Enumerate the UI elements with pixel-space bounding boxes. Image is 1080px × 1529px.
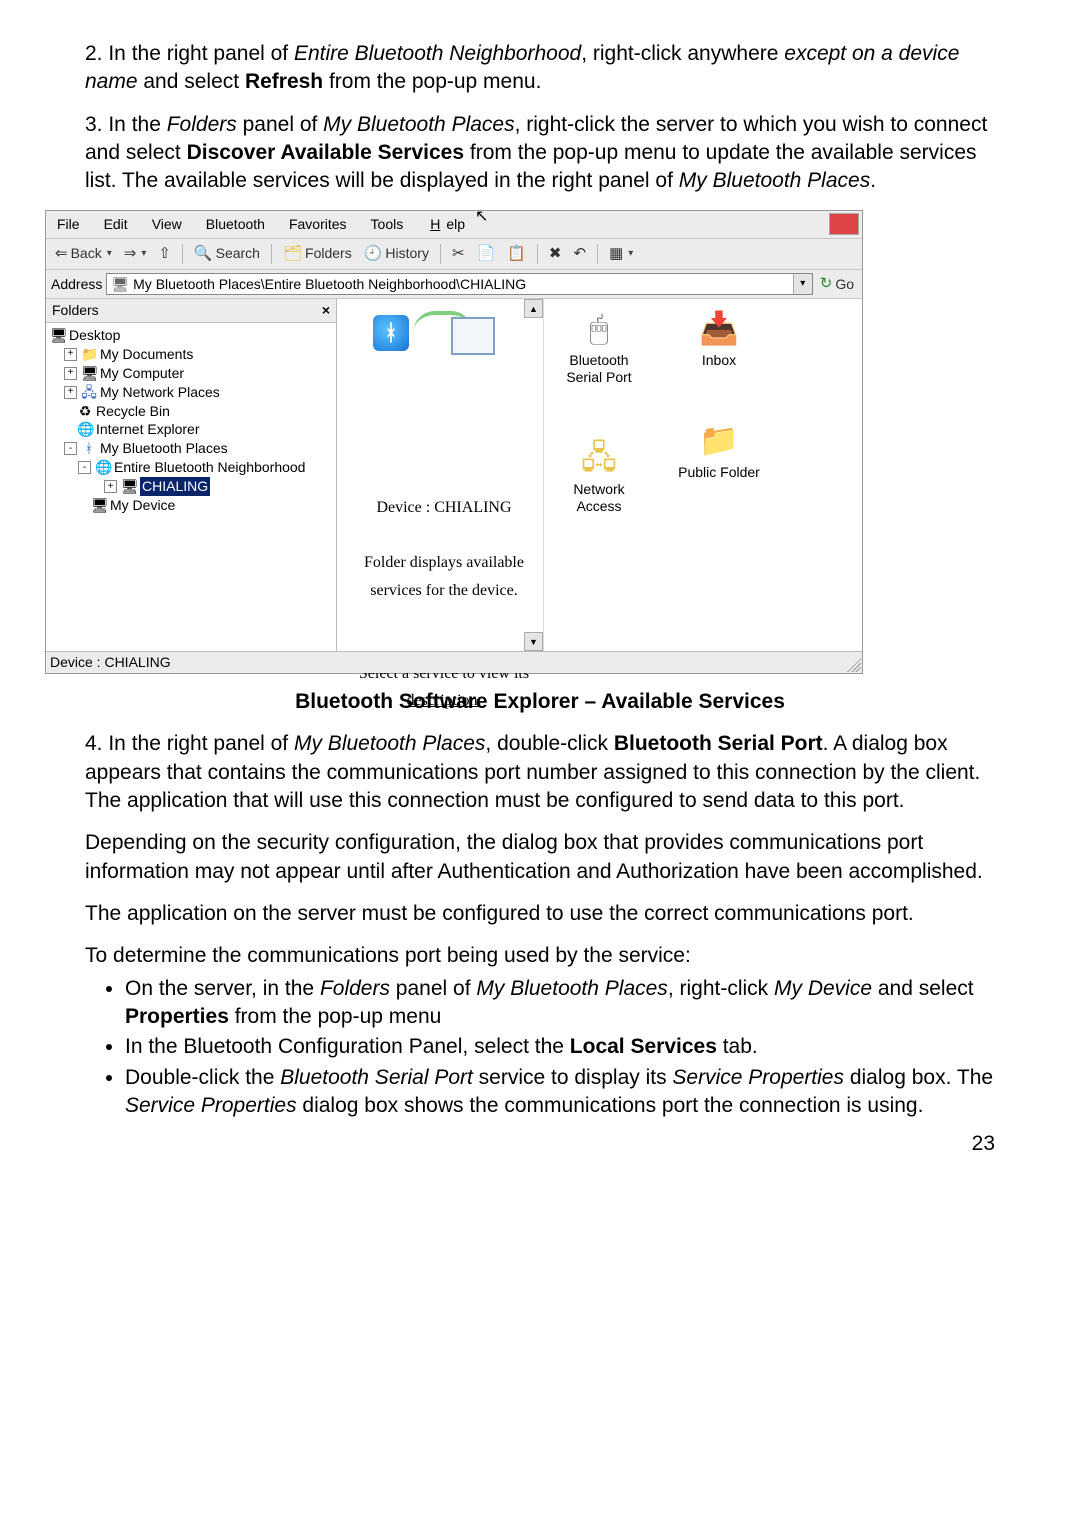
views-button[interactable]: ▦▾	[606, 243, 636, 265]
scroll-up-button[interactable]: ▲	[524, 299, 543, 318]
copy-button[interactable]: 📄	[474, 243, 499, 265]
menu-help[interactable]: Help	[424, 214, 471, 235]
menu-tools[interactable]: Tools	[368, 214, 407, 235]
address-label: Address	[51, 275, 102, 294]
delete-button[interactable]: ✖	[546, 243, 565, 265]
bullet-3: Double-click the Bluetooth Serial Port s…	[125, 1064, 995, 1121]
go-button[interactable]: ↻Go	[817, 273, 857, 295]
step-2: 2. In the right panel of Entire Bluetoot…	[85, 40, 995, 97]
expand-icon[interactable]: +	[104, 480, 117, 493]
folders-pane: Folders × 🖥Desktop +📁My Documents +🖥My C…	[46, 299, 337, 651]
computer-icon: 🖥	[121, 477, 137, 496]
cursor-icon: ↖	[472, 205, 491, 229]
expand-icon[interactable]: +	[64, 348, 77, 361]
page-number: 23	[85, 1130, 995, 1158]
menu-edit[interactable]: Edit	[101, 214, 131, 235]
computer-icon: 🖥	[111, 275, 129, 294]
tree-mycomputer[interactable]: My Computer	[100, 364, 184, 383]
tree-internetexplorer[interactable]: Internet Explorer	[96, 420, 200, 439]
bullet-2: In the Bluetooth Configuration Panel, se…	[125, 1033, 995, 1061]
globe-icon: 🌐	[95, 458, 111, 477]
history-button[interactable]: 🕘History	[361, 243, 432, 265]
computer-icon: 🖥	[81, 364, 97, 383]
menu-bluetooth[interactable]: Bluetooth	[203, 214, 268, 235]
bluetooth-logo: ᚼ	[355, 307, 495, 357]
inbox-icon: 📥	[674, 307, 764, 349]
address-dropdown-button[interactable]: ▾	[793, 274, 812, 294]
menu-favorites[interactable]: Favorites	[286, 214, 350, 235]
tree-chialing[interactable]: CHIALING	[140, 477, 210, 496]
collapse-icon[interactable]: -	[78, 461, 91, 474]
step-4b: Depending on the security configuration,…	[85, 829, 995, 886]
resize-grip-icon[interactable]	[847, 658, 861, 672]
folder-tree: 🖥Desktop +📁My Documents +🖥My Computer +🖧…	[46, 323, 336, 518]
status-bar: Device : CHIALING	[46, 651, 862, 673]
tree-recyclebin[interactable]: Recycle Bin	[96, 402, 170, 421]
bluetooth-explorer-window: File Edit View Bluetooth Favorites Tools…	[45, 210, 863, 674]
card-icon	[451, 317, 495, 355]
address-field[interactable]: 🖥 My Bluetooth Places\Entire Bluetooth N…	[106, 273, 812, 295]
tree-entire-bt-neighborhood[interactable]: Entire Bluetooth Neighborhood	[114, 458, 305, 477]
ie-icon: 🌐	[77, 420, 93, 439]
address-bar: Address 🖥 My Bluetooth Places\Entire Blu…	[46, 270, 862, 299]
menu-view[interactable]: View	[149, 214, 185, 235]
service-bluetooth-serial-port[interactable]: 🖱 Bluetooth Serial Port	[554, 307, 644, 386]
back-button[interactable]: ⇐Back▾	[52, 243, 115, 265]
network-access-icon: 🖧	[554, 436, 644, 478]
folder-icon: 📁	[81, 345, 97, 364]
window-corner-icon	[829, 213, 859, 235]
services-pane: 🖱 Bluetooth Serial Port 🖧 Network Access…	[544, 299, 862, 651]
network-icon: 🖧	[81, 383, 97, 402]
cut-button[interactable]: ✂	[449, 243, 468, 265]
tree-mybluetoothplaces[interactable]: My Bluetooth Places	[100, 439, 228, 458]
info-line1: Folder displays available	[355, 552, 533, 574]
info-device: Device : CHIALING	[355, 497, 533, 519]
step-3: 3. In the Folders panel of My Bluetooth …	[85, 111, 995, 196]
tree-desktop[interactable]: Desktop	[69, 326, 120, 345]
recycle-icon: ♻	[77, 402, 93, 421]
status-text: Device : CHIALING	[50, 654, 171, 670]
folders-title: Folders	[52, 301, 99, 320]
service-inbox[interactable]: 📥 Inbox	[674, 307, 764, 369]
expand-icon[interactable]: +	[64, 367, 77, 380]
paste-button[interactable]: 📋	[504, 243, 529, 265]
step-4c: The application on the server must be co…	[85, 900, 995, 928]
scroll-down-button[interactable]: ▼	[524, 632, 543, 651]
tree-mydocuments[interactable]: My Documents	[100, 345, 193, 364]
info-pane: ▲ ▼ ᚼ Device : CHIALING Folder displays …	[337, 299, 544, 651]
toolbar: ⇐Back▾ ⇒▾ ⇧ 🔍Search 🗂Folders 🕘History ✂ …	[46, 239, 862, 270]
tree-mynetworkplaces[interactable]: My Network Places	[100, 383, 220, 402]
desktop-icon: 🖥	[50, 326, 66, 345]
info-line4: description.	[355, 690, 533, 712]
service-public-folder[interactable]: 📁 Public Folder	[674, 419, 764, 481]
search-button[interactable]: 🔍Search	[191, 243, 263, 265]
expand-icon[interactable]: +	[64, 386, 77, 399]
tree-mydevice[interactable]: My Device	[110, 496, 175, 515]
folders-button[interactable]: 🗂Folders	[280, 243, 355, 265]
bluetooth-icon: ᚼ	[81, 439, 97, 458]
collapse-icon[interactable]: -	[64, 442, 77, 455]
menu-bar: File Edit View Bluetooth Favorites Tools…	[46, 211, 862, 239]
bullet-list: On the server, in the Folders panel of M…	[125, 975, 995, 1121]
step-4: 4. In the right panel of My Bluetooth Pl…	[85, 730, 995, 815]
folder-icon: 📁	[674, 419, 764, 461]
service-network-access[interactable]: 🖧 Network Access	[554, 436, 644, 515]
computer-icon: 🖥	[91, 496, 107, 515]
bullet-1: On the server, in the Folders panel of M…	[125, 975, 995, 1032]
step-4d: To determine the communications port bei…	[85, 942, 995, 970]
close-folders-button[interactable]: ×	[322, 301, 330, 320]
forward-button[interactable]: ⇒▾	[121, 243, 150, 265]
undo-button[interactable]: ↶	[570, 243, 589, 265]
serial-port-icon: 🖱	[554, 307, 644, 349]
bluetooth-mark-icon: ᚼ	[373, 315, 409, 351]
menu-file[interactable]: File	[54, 214, 83, 235]
info-line2: services for the device.	[355, 580, 533, 602]
up-button[interactable]: ⇧	[155, 243, 174, 265]
address-text: My Bluetooth Places\Entire Bluetooth Nei…	[133, 275, 526, 294]
